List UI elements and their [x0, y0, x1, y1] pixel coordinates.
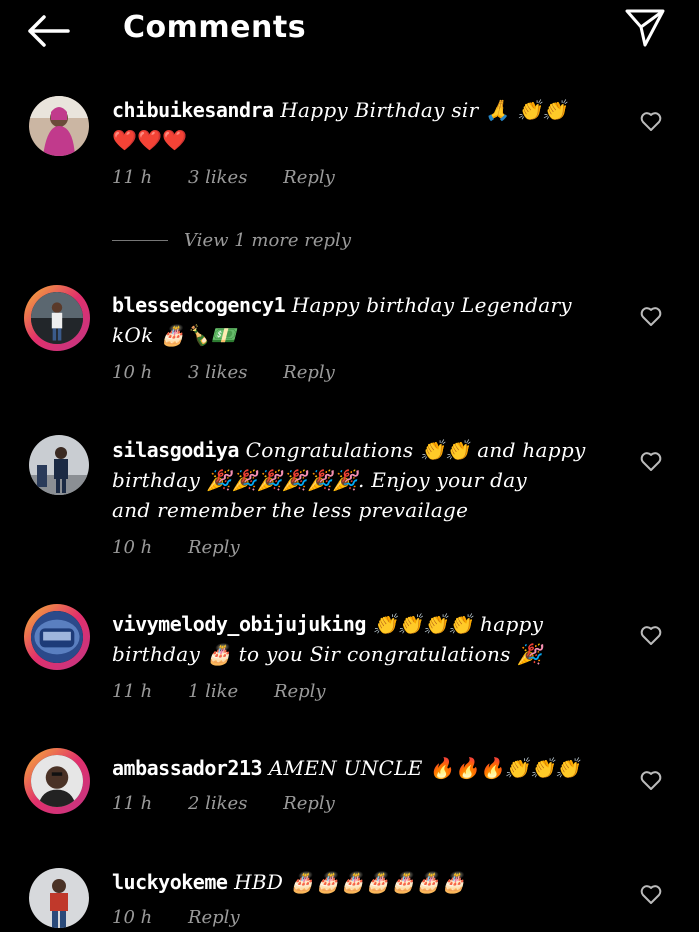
likes-count[interactable]: 3 likes — [188, 167, 247, 188]
reply-button[interactable]: Reply — [188, 537, 240, 558]
comment-text-line2: kOk 🎂🍾💵 — [112, 323, 236, 347]
comment-body: ambassador213 AMEN UNCLE 🔥🔥🔥👏👏👏 — [112, 753, 609, 783]
view-more-replies[interactable]: View 1 more reply — [112, 230, 351, 251]
heart-outline-icon[interactable] — [640, 307, 662, 327]
reply-button[interactable]: Reply — [283, 793, 335, 814]
page-title: Comments — [123, 10, 307, 45]
heart-outline-icon[interactable] — [640, 626, 662, 646]
username[interactable]: chibuikesandra — [112, 98, 274, 122]
timestamp: 11 h — [112, 681, 153, 702]
username[interactable]: ambassador213 — [112, 756, 263, 780]
avatar[interactable] — [24, 285, 90, 351]
back-arrow-icon[interactable] — [26, 14, 70, 48]
comment-text-line2: birthday 🎂 to you Sir congratulations 🎉 — [112, 642, 543, 666]
heart-outline-icon[interactable] — [640, 771, 662, 791]
comment-body: blessedcogency1 Happy birthday Legendary… — [112, 290, 609, 350]
comment-text: AMEN UNCLE 🔥🔥🔥👏👏👏 — [268, 756, 581, 780]
timestamp: 10 h — [112, 907, 153, 928]
avatar[interactable] — [29, 435, 89, 495]
username[interactable]: luckyokeme — [112, 870, 228, 894]
avatar[interactable] — [29, 868, 89, 928]
avatar[interactable] — [24, 604, 90, 670]
comment-meta: 10 h 3 likes Reply — [112, 362, 365, 383]
reply-button[interactable]: Reply — [283, 362, 335, 383]
send-icon[interactable] — [624, 8, 666, 48]
comment-text: 👏👏👏👏 happy — [372, 612, 544, 636]
comment-meta: 10 h Reply — [112, 537, 270, 558]
comment-text-line2: ❤️❤️❤️ — [112, 128, 188, 152]
comment-meta: 11 h 2 likes Reply — [112, 793, 365, 814]
timestamp: 10 h — [112, 362, 153, 383]
timestamp: 11 h — [112, 167, 153, 188]
divider — [112, 240, 168, 241]
avatar[interactable] — [24, 748, 90, 814]
likes-count[interactable]: 1 like — [188, 681, 238, 702]
heart-outline-icon[interactable] — [640, 885, 662, 905]
comment-body: vivymelody_obijujuking 👏👏👏👏 happy birthd… — [112, 609, 609, 669]
header: Comments — [0, 0, 699, 62]
comment-text: Congratulations 👏👏 and happy — [245, 438, 586, 462]
comment-text: Happy Birthday sir 🙏 👏👏 — [280, 98, 568, 122]
comment-text-line2: birthday 🎉🎉🎉🎉🎉🎉. Enjoy your day — [112, 468, 528, 492]
timestamp: 10 h — [112, 537, 153, 558]
comment-text: HBD 🎂🎂🎂🎂🎂🎂🎂 — [234, 870, 467, 894]
username[interactable]: blessedcogency1 — [112, 293, 286, 317]
comment-meta: 10 h Reply — [112, 907, 270, 928]
username[interactable]: silasgodiya — [112, 438, 239, 462]
heart-outline-icon[interactable] — [640, 112, 662, 132]
likes-count[interactable]: 3 likes — [188, 362, 247, 383]
view-more-label[interactable]: View 1 more reply — [184, 230, 351, 251]
comment-body: chibuikesandra Happy Birthday sir 🙏 👏👏 ❤… — [112, 95, 609, 155]
comment-body: silasgodiya Congratulations 👏👏 and happy… — [112, 435, 609, 525]
comment-meta: 11 h 3 likes Reply — [112, 167, 365, 188]
likes-count[interactable]: 2 likes — [188, 793, 247, 814]
comment-body: luckyokeme HBD 🎂🎂🎂🎂🎂🎂🎂 — [112, 867, 609, 897]
timestamp: 11 h — [112, 793, 153, 814]
avatar[interactable] — [29, 96, 89, 156]
username[interactable]: vivymelody_obijujuking — [112, 612, 366, 636]
comment-text-line3: and remember the less prevailage — [112, 498, 469, 522]
reply-button[interactable]: Reply — [283, 167, 335, 188]
reply-button[interactable]: Reply — [188, 907, 240, 928]
comment-text: Happy birthday Legendary — [291, 293, 572, 317]
comment-meta: 11 h 1 like Reply — [112, 681, 356, 702]
reply-button[interactable]: Reply — [274, 681, 326, 702]
heart-outline-icon[interactable] — [640, 452, 662, 472]
